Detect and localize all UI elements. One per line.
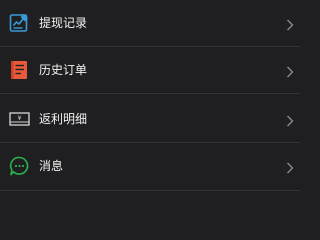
- account-menu-list: 提现记录 历史订单 ¥ 返利明细 消息: [0, 0, 300, 200]
- menu-item-label: 历史订单: [39, 63, 88, 77]
- divider: [0, 93, 300, 94]
- svg-text:¥: ¥: [18, 115, 22, 122]
- chevron-right-icon: [286, 17, 294, 31]
- message-icon: [9, 156, 30, 177]
- menu-item-withdrawal-records[interactable]: 提现记录: [0, 0, 300, 46]
- menu-item-label: 消息: [39, 159, 64, 173]
- chevron-right-icon: [286, 160, 294, 174]
- chevron-right-icon: [286, 113, 294, 127]
- rebate-detail-icon: ¥: [9, 109, 30, 130]
- order-history-icon: [9, 60, 30, 81]
- menu-item-label: 提现记录: [39, 16, 88, 30]
- menu-item-order-history[interactable]: 历史订单: [0, 47, 300, 93]
- menu-item-rebate-details[interactable]: ¥ 返利明细: [0, 96, 300, 142]
- divider: [0, 190, 300, 191]
- menu-item-messages[interactable]: 消息: [0, 143, 300, 189]
- menu-item-label: 返利明细: [39, 112, 88, 126]
- withdrawal-record-icon: [9, 13, 30, 34]
- chevron-right-icon: [286, 64, 294, 78]
